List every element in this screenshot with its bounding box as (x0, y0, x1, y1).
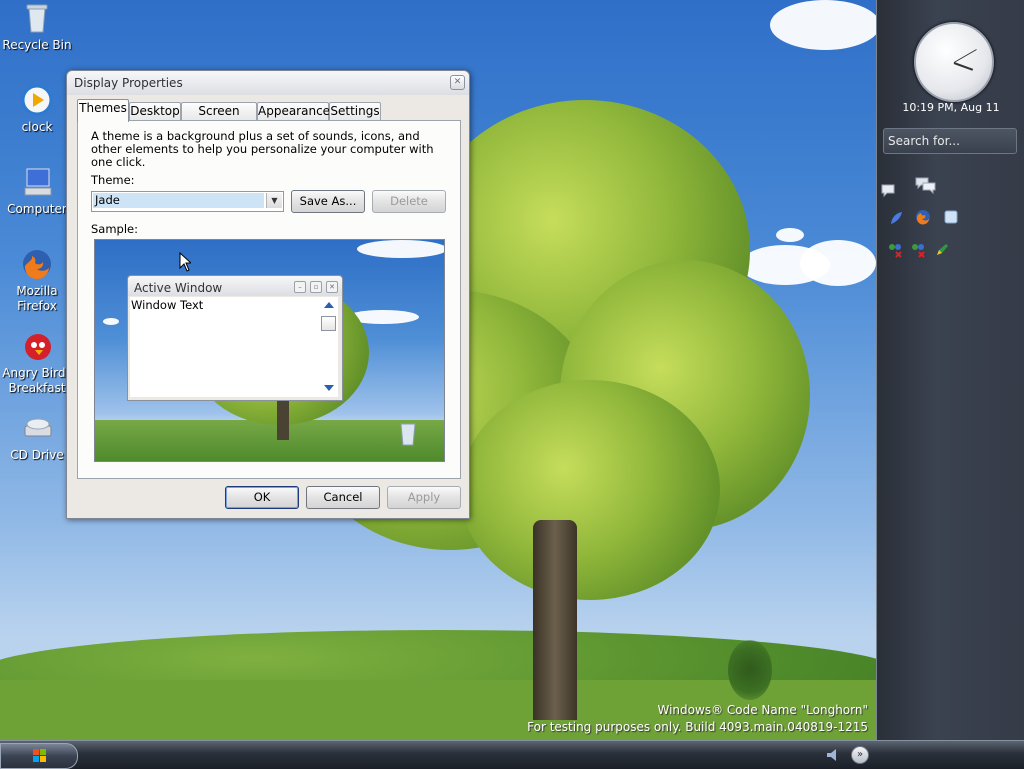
chevron-down-icon[interactable]: ▼ (266, 193, 282, 208)
cancel-button[interactable]: Cancel (306, 486, 380, 509)
dialog-title: Display Properties (74, 76, 183, 90)
desktop-icon-label: CD Drive (10, 448, 64, 462)
ok-button[interactable]: OK (225, 486, 299, 509)
volume-icon[interactable] (826, 748, 842, 762)
themes-panel: A theme is a background plus a set of so… (77, 120, 461, 479)
recycle-bin-icon (21, 2, 53, 34)
sidebar: 10:19 PM, Aug 11 Search for... (876, 0, 1024, 740)
clock-gadget[interactable] (914, 22, 994, 102)
desktop-icon-label: clock (21, 120, 53, 134)
tree-crown (460, 380, 720, 600)
tab-themes[interactable]: Themes (77, 99, 129, 122)
clock-minute-hand (953, 49, 977, 63)
start-button[interactable] (0, 743, 78, 769)
desktop-icon-label: Mozilla Firefox (16, 284, 58, 313)
clock-hour-hand (953, 62, 974, 71)
theme-select[interactable]: Jade ▼ (91, 191, 284, 212)
sidebar-handle[interactable] (1002, 0, 1024, 16)
notes-icon[interactable] (943, 209, 959, 225)
sidebar-search-input[interactable]: Search for... (883, 128, 1017, 154)
theme-label: Theme: (91, 173, 135, 187)
mouse-cursor-icon (179, 251, 193, 272)
cloud (357, 240, 444, 258)
conversations-icon[interactable] (915, 176, 937, 196)
cloud (800, 240, 876, 286)
desktop-icon-computer[interactable]: Computer (0, 166, 74, 217)
sample-label: Sample: (91, 222, 138, 236)
firefox-icon (21, 248, 53, 280)
minimize-icon: – (294, 281, 306, 293)
scroll-up-icon (324, 302, 334, 308)
angry-birds-icon (21, 330, 53, 362)
tab-screen-saver[interactable]: Screen Saver (181, 102, 257, 135)
cloud (770, 0, 876, 50)
network-users-icon[interactable] (910, 242, 926, 258)
desktop-icon-angry-birds[interactable]: Angry Birds Breakfast (0, 330, 74, 396)
themes-description: A theme is a background plus a set of so… (91, 129, 434, 169)
desktop-icon-recycle-bin[interactable]: Recycle Bin (0, 2, 74, 53)
theme-sample-preview: Active Window – ▫ ✕ Window Text (94, 239, 445, 462)
sample-window-title-bar: Active Window – ▫ ✕ (128, 276, 342, 296)
media-player-icon (21, 84, 53, 116)
feather-icon[interactable] (888, 210, 904, 226)
pen-icon[interactable] (934, 242, 950, 258)
sample-active-window: Active Window – ▫ ✕ Window Text (127, 275, 343, 401)
taskbar: » (0, 740, 1024, 769)
small-tree (728, 640, 772, 700)
close-icon: ✕ (326, 281, 338, 293)
cloud (103, 318, 119, 325)
network-users-icon[interactable] (887, 242, 903, 258)
desktop-icon-label: Angry Birds Breakfast (2, 366, 72, 395)
desktop-icon-label: Recycle Bin (2, 38, 72, 52)
sample-ground (95, 420, 444, 461)
maximize-icon: ▫ (310, 281, 322, 293)
sample-window-body: Window Text (130, 297, 338, 397)
firefox-icon[interactable] (915, 209, 931, 225)
desktop-icon-label: Computer (7, 202, 67, 216)
desktop-icon-firefox[interactable]: Mozilla Firefox (0, 248, 74, 314)
desktop-icon-clock[interactable]: clock (0, 84, 74, 135)
sidebar-time: 10:19 PM, Aug 11 (902, 101, 1000, 114)
display-properties-dialog: Display Properties ✕ Themes Desktop Scre… (66, 70, 470, 519)
chevron-down-icon[interactable]: » (851, 746, 869, 764)
delete-button[interactable]: Delete (372, 190, 446, 213)
sample-recycle-bin-icon (399, 420, 417, 446)
sample-window-text: Window Text (131, 298, 204, 312)
theme-select-value: Jade (93, 193, 264, 208)
cd-drive-icon (21, 412, 53, 444)
save-as-button[interactable]: Save As... (291, 190, 365, 213)
tab-desktop[interactable]: Desktop (129, 102, 181, 121)
build-watermark-line2: For testing purposes only. Build 4093.ma… (527, 720, 868, 734)
scroll-thumb (321, 316, 336, 331)
cloud (776, 228, 804, 242)
build-watermark-line1: Windows® Code Name "Longhorn" (657, 703, 869, 717)
desktop-icon-cd-drive[interactable]: CD Drive (0, 412, 74, 463)
dialog-title-bar[interactable]: Display Properties ✕ (67, 71, 469, 95)
sample-window-title: Active Window (134, 281, 223, 295)
close-icon[interactable]: ✕ (450, 75, 465, 90)
computer-icon (21, 166, 53, 198)
tab-settings[interactable]: Settings (329, 102, 381, 121)
apply-button[interactable]: Apply (387, 486, 461, 509)
chat-bubble-icon[interactable] (880, 182, 896, 198)
scroll-down-icon (324, 385, 334, 391)
windows-logo-icon (33, 749, 47, 763)
tree-trunk (533, 520, 577, 720)
tab-appearance[interactable]: Appearance (257, 102, 330, 121)
